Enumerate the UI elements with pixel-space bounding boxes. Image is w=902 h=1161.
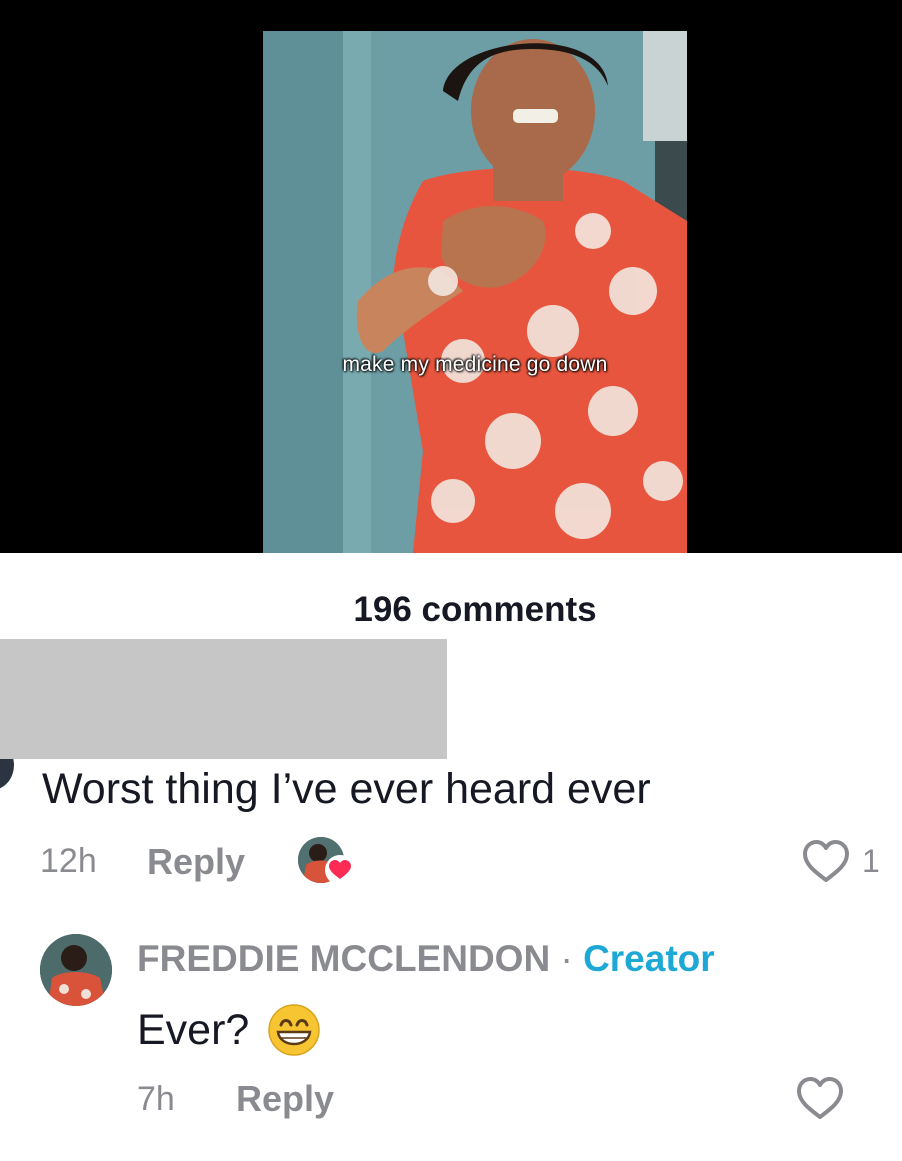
reply-author-line: FREDDIE MCCLENDON · Creator <box>137 938 715 980</box>
grinning-face-icon <box>268 1004 321 1056</box>
reply-text: Ever? <box>137 1005 250 1054</box>
reply-heart-outline-icon[interactable] <box>794 1074 846 1122</box>
reply-text-row: Ever? <box>137 1003 321 1057</box>
heart-outline-icon[interactable] <box>800 837 852 885</box>
creator-badge: Creator <box>583 938 715 979</box>
video-player[interactable]: make my medicine go down <box>0 0 902 553</box>
creator-avatar[interactable] <box>40 934 112 1006</box>
comment-count: 196 comments <box>353 590 597 629</box>
creator-liked-heart-icon <box>325 855 355 885</box>
reply-reply-button[interactable]: Reply <box>236 1078 334 1120</box>
like-count: 1 <box>862 843 880 879</box>
redacted-username <box>0 639 447 759</box>
video-still <box>263 31 687 553</box>
video-frame[interactable]: make my medicine go down <box>263 31 687 553</box>
comment-text: Worst thing I’ve ever heard ever <box>42 765 651 813</box>
reply-button[interactable]: Reply <box>147 841 245 883</box>
reply-time: 7h <box>137 1080 175 1118</box>
reply-author-name[interactable]: FREDDIE MCCLENDON <box>137 938 550 979</box>
comment-time: 12h <box>40 842 97 880</box>
author-separator: · <box>560 938 573 979</box>
video-caption: make my medicine go down <box>342 353 608 376</box>
